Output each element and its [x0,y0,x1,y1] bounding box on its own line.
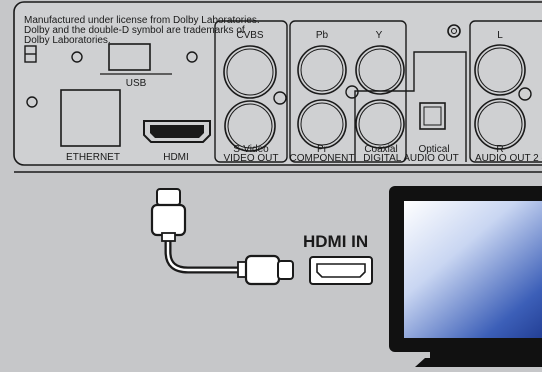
hdmi-label: HDMI [163,152,189,163]
diagram-svg: Manufactured under license from Dolby La… [0,0,542,367]
cvbs-label: CVBS [236,30,264,41]
hdmi-plug-right [237,254,294,286]
y-label: Y [376,30,383,41]
hdmi-in-label: HDMI IN [303,232,368,251]
ethernet-label: ETHERNET [66,152,120,163]
hdmi-plug-top [150,188,187,242]
tv [389,186,542,367]
pb-label: Pb [316,30,329,41]
tv-stand [415,358,542,367]
connection-diagram: Manufactured under license from Dolby La… [0,0,542,367]
tv-neck [430,352,542,358]
l-label: L [497,30,503,41]
digital-audio-out-label: DIGITAL AUDIO OUT [363,153,459,164]
tv-screen [404,201,542,338]
video-out-label: VIDEO OUT [223,153,278,164]
rear-panel: Manufactured under license from Dolby La… [13,1,542,173]
license-line-3: Dolby Laboratories. [24,35,111,46]
audio-out-label: AUDIO OUT 2 ch [475,153,542,164]
hdmi-in-port [309,256,373,285]
component-label: COMPONENT [290,153,355,164]
usb-label: USB [126,78,147,89]
